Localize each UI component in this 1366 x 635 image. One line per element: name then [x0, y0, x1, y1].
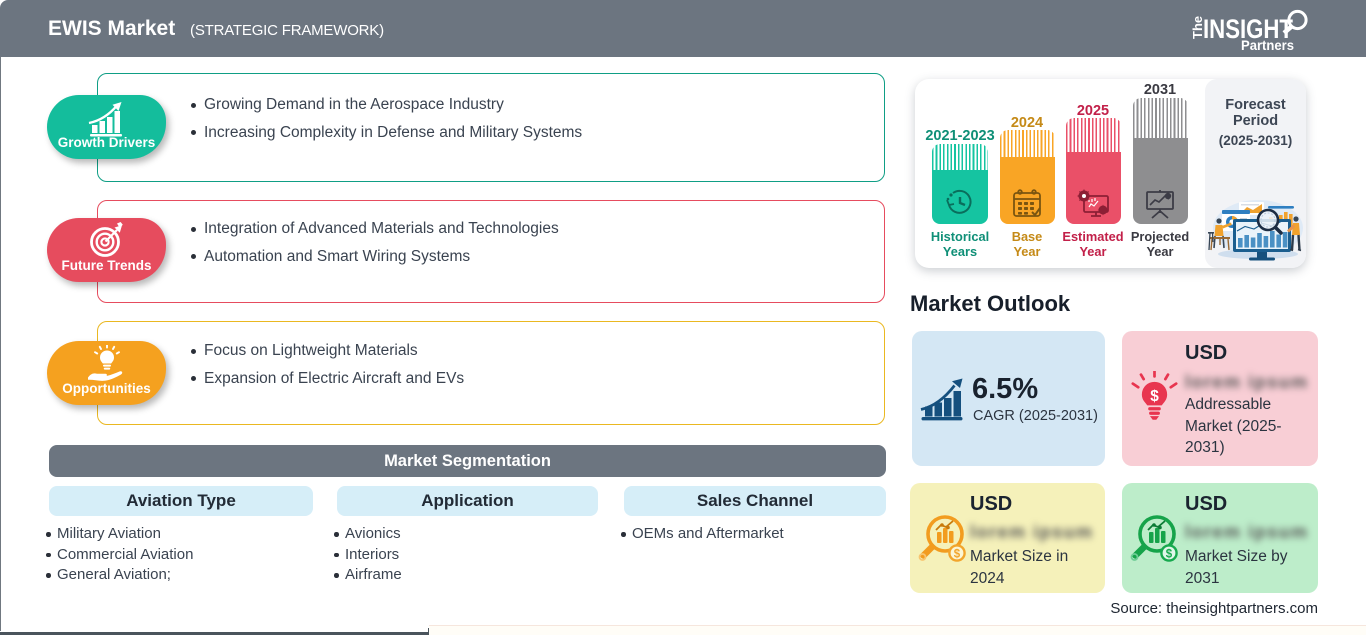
svg-text:Partners: Partners [1241, 37, 1294, 53]
svg-text:$: $ [1150, 388, 1159, 405]
svg-text:$: $ [1166, 549, 1173, 561]
svg-text:$: $ [954, 549, 961, 561]
